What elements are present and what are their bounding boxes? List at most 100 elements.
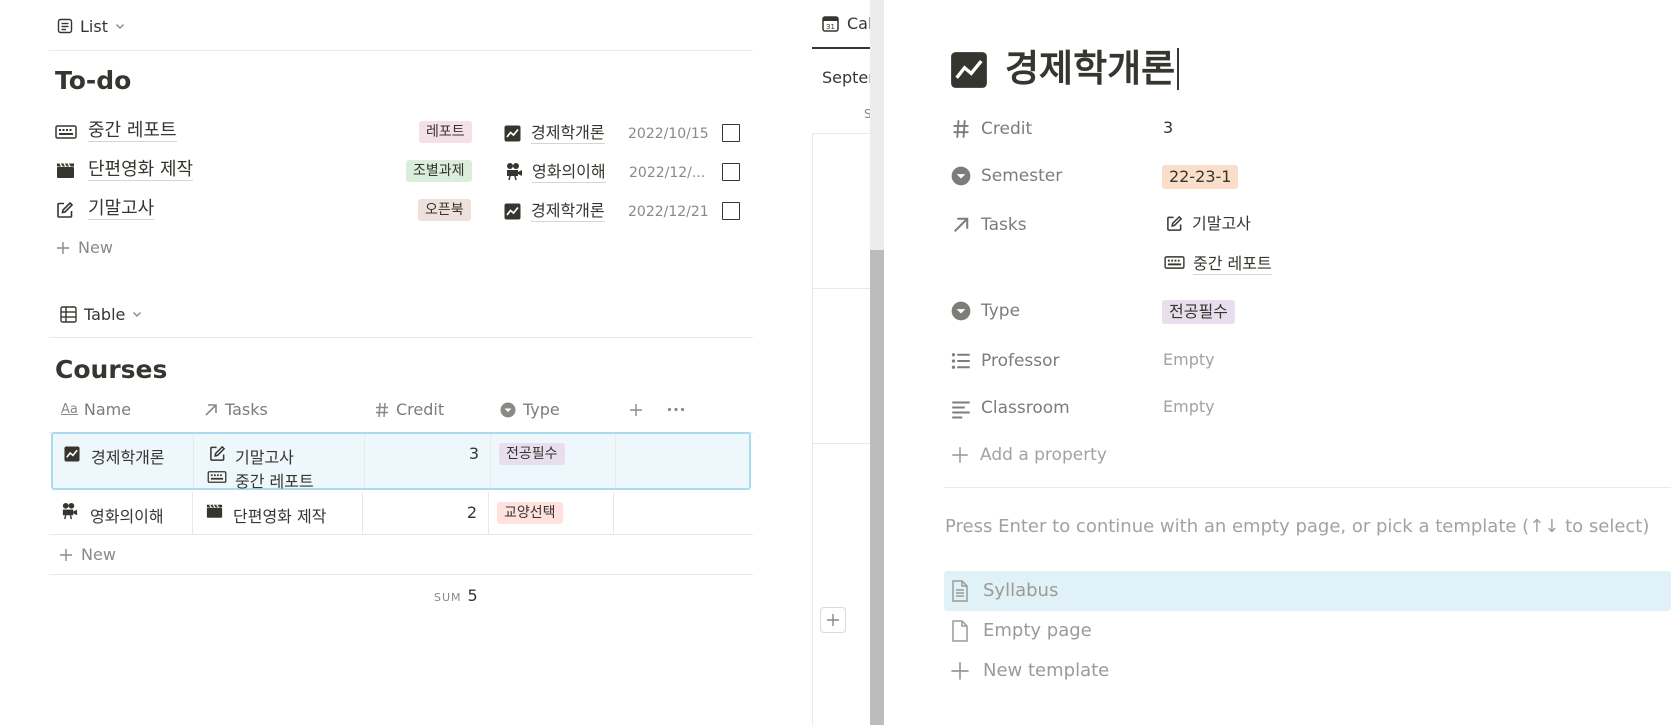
task-link[interactable]: 기말고사	[235, 444, 294, 468]
calendar-grid-line	[812, 288, 872, 289]
new-template-button[interactable]: New template	[944, 651, 1671, 691]
list-item[interactable]: 기말고사 오픈북 경제학개론 2022/12/21	[55, 196, 755, 226]
task-name[interactable]: 단편영화 제작	[88, 160, 194, 181]
edit-icon	[1167, 215, 1183, 231]
property-label-type[interactable]: Type	[981, 301, 1020, 321]
select-property-icon	[500, 402, 516, 417]
list-view-switcher[interactable]: List	[57, 14, 125, 38]
cell-divider	[364, 434, 365, 488]
chevron-down-icon	[133, 312, 142, 317]
task-course[interactable]: 경제학개론	[531, 123, 605, 144]
more-options-icon[interactable]	[667, 407, 685, 412]
list-new-button[interactable]: New	[56, 238, 113, 257]
film-camera-icon	[62, 502, 78, 520]
task-date: 2022/12/21	[628, 204, 709, 220]
page-title[interactable]: 경제학개론	[1005, 46, 1180, 92]
column-header-name[interactable]: Aa Name	[61, 400, 131, 419]
list-item[interactable]: 단편영화 제작 조별과제 영화의이해 2022/12/...	[55, 157, 755, 187]
table-new-button[interactable]: New	[59, 545, 116, 564]
task-checkbox[interactable]	[722, 124, 740, 142]
task-checkbox[interactable]	[722, 202, 740, 220]
property-label-semester[interactable]: Semester	[981, 166, 1062, 186]
type-tag: 교양선택	[497, 502, 563, 524]
add-property-label: Add a property	[980, 445, 1107, 465]
task-link[interactable]: 단편영화 제작	[233, 503, 326, 527]
number-property-icon	[953, 120, 969, 138]
task-tag: 조별과제	[406, 160, 472, 182]
keyboard-icon	[55, 125, 77, 139]
property-label-tasks[interactable]: Tasks	[981, 215, 1027, 235]
relation-arrow-icon	[205, 403, 217, 416]
task-name[interactable]: 기말고사	[88, 199, 155, 220]
scrollbar-thumb[interactable]	[870, 0, 884, 250]
number-property-icon	[376, 402, 388, 417]
column-header-credit[interactable]: Credit	[374, 400, 444, 419]
new-template-label: New template	[983, 660, 1110, 681]
cell-divider	[615, 434, 616, 488]
calendar-tab-label: Cal	[847, 14, 873, 33]
chart-icon	[504, 125, 521, 142]
calendar-add-button[interactable]	[820, 607, 846, 633]
task-link[interactable]: 기말고사	[1192, 214, 1251, 234]
task-tag: 오픈북	[418, 199, 471, 221]
calendar-border	[812, 133, 813, 725]
divider	[49, 50, 753, 51]
course-name[interactable]: 경제학개론	[91, 444, 165, 468]
add-property-button[interactable]: Add a property	[951, 445, 1107, 465]
empty-page-hint: Press Enter to continue with an empty pa…	[945, 516, 1650, 537]
semester-tag[interactable]: 22-23-1	[1162, 165, 1239, 189]
list-title: To-do	[55, 66, 132, 95]
plus-icon	[57, 241, 69, 254]
template-item-syllabus[interactable]: Syllabus	[944, 571, 1671, 611]
course-credit: 2	[466, 503, 477, 522]
cell-divider	[193, 434, 194, 488]
task-date: 2022/10/15	[628, 126, 709, 142]
template-label: Syllabus	[983, 580, 1059, 601]
column-header-tasks[interactable]: Tasks	[203, 400, 268, 419]
column-credit-label: Credit	[396, 400, 445, 419]
sum-label: SUM	[434, 591, 462, 604]
document-icon	[952, 580, 968, 602]
table-row[interactable]: 경제학개론 기말고사 중간 레포트 3 전공필수	[51, 432, 751, 492]
type-tag[interactable]: 전공필수	[1162, 300, 1235, 324]
select-property-icon	[951, 301, 971, 321]
property-label-professor[interactable]: Professor	[981, 351, 1060, 371]
task-link[interactable]: 중간 레포트	[1193, 254, 1272, 275]
plus-icon	[951, 662, 969, 680]
clapperboard-icon	[57, 163, 74, 178]
table-title: Courses	[55, 355, 168, 384]
list-property-icon	[951, 353, 970, 369]
list-item[interactable]: 중간 레포트 레포트 경제학개론 2022/10/15	[55, 118, 755, 148]
add-column-icon[interactable]	[629, 403, 643, 417]
task-link[interactable]: 중간 레포트	[235, 468, 314, 492]
course-name[interactable]: 영화의이해	[90, 503, 164, 527]
table-view-switcher[interactable]: Table	[60, 302, 142, 326]
calendar-view-tab[interactable]: 31 Cal	[822, 14, 872, 33]
task-name[interactable]: 중간 레포트	[88, 121, 177, 142]
property-label-classroom[interactable]: Classroom	[981, 398, 1070, 418]
divider	[49, 534, 753, 535]
column-header-type[interactable]: Type	[500, 400, 560, 419]
plus-icon	[952, 447, 968, 463]
sum-value: 5	[467, 586, 478, 605]
task-course[interactable]: 경제학개론	[531, 201, 605, 222]
task-checkbox[interactable]	[722, 163, 740, 181]
template-item-empty-page[interactable]: Empty page	[944, 611, 1671, 651]
active-tab-underline	[812, 47, 872, 49]
chart-icon	[951, 52, 987, 88]
clapperboard-icon	[206, 504, 223, 518]
table-row[interactable]: 영화의이해 단편영화 제작 2 교양선택	[49, 492, 753, 534]
property-label-credit[interactable]: Credit	[981, 119, 1032, 139]
property-value-professor[interactable]: Empty	[1163, 350, 1215, 369]
cell-divider	[613, 492, 614, 534]
task-date: 2022/12/...	[629, 165, 706, 181]
task-course[interactable]: 영화의이해	[532, 162, 606, 183]
sum-calculation[interactable]: SUM 5	[434, 586, 478, 605]
list-view-icon	[57, 18, 73, 34]
property-value-credit[interactable]: 3	[1163, 118, 1173, 137]
column-type-label: Type	[523, 400, 560, 419]
column-tasks-label: Tasks	[225, 400, 268, 419]
select-property-icon	[951, 166, 971, 186]
property-value-classroom[interactable]: Empty	[1163, 397, 1215, 416]
cell-divider	[490, 434, 491, 488]
